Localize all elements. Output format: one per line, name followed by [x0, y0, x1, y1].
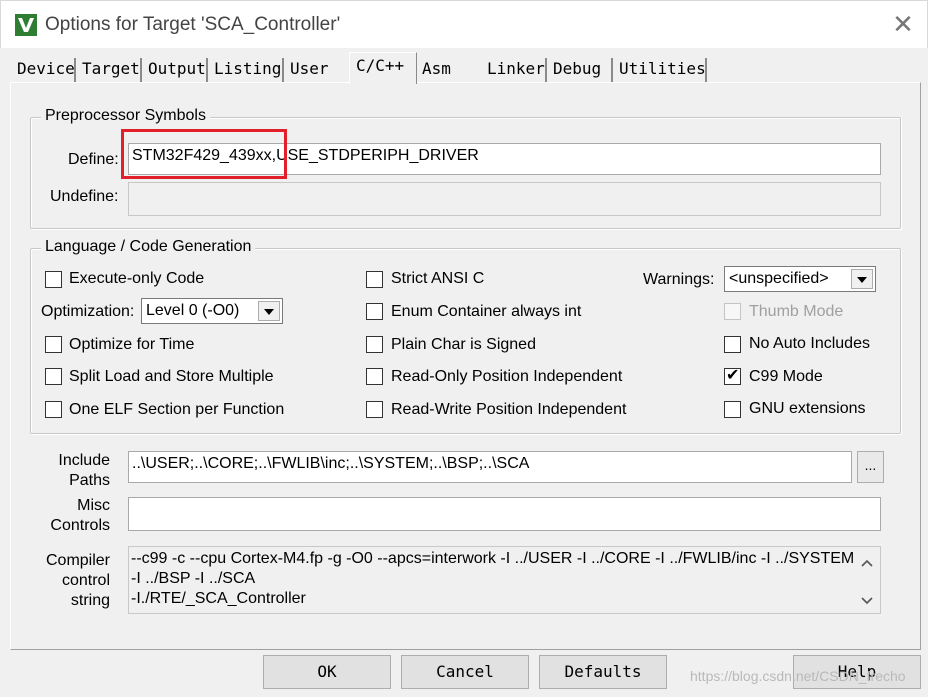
tab-user[interactable]: User [287, 58, 350, 82]
execute-only-checkbox[interactable] [45, 271, 62, 288]
ok-button[interactable]: OK [263, 655, 391, 689]
optimize-time-checkbox[interactable] [45, 336, 62, 353]
enum-container-label: Enum Container always int [391, 303, 582, 320]
warnings-value: <unspecified> [729, 270, 829, 287]
optimization-label: Optimization: [41, 303, 135, 320]
misc-label-line1: Misc [77, 497, 110, 514]
rw-pi-label: Read-Write Position Independent [391, 401, 627, 418]
compiler-label-line1: Compiler [45, 552, 110, 569]
misc-controls-input[interactable] [128, 497, 881, 531]
tab-linker[interactable]: Linker [484, 58, 547, 82]
warnings-label: Warnings: [643, 271, 715, 288]
tab-output[interactable]: Output [145, 58, 208, 82]
define-input[interactable]: STM32F429_439xx,USE_STDPERIPH_DRIVER [128, 143, 881, 175]
include-paths-label: Include Paths [40, 451, 110, 491]
optimize-time-label: Optimize for Time [69, 336, 195, 353]
include-label-line1: Include [58, 452, 110, 469]
compiler-control-string: --c99 -c --cpu Cortex-M4.fp -g -O0 --apc… [128, 546, 881, 614]
one-elf-checkbox[interactable] [45, 401, 62, 418]
compiler-line-2: -I ../BSP -I ../SCA [131, 570, 256, 587]
compiler-line-1: --c99 -c --cpu Cortex-M4.fp -g -O0 --apc… [131, 550, 855, 567]
window-title: Options for Target 'SCA_Controller' [45, 14, 341, 35]
chevron-down-icon [851, 269, 873, 289]
tab-device[interactable]: Device [14, 58, 76, 82]
split-load-checkbox[interactable] [45, 368, 62, 385]
compiler-line-3: -I./RTE/_SCA_Controller [131, 590, 306, 607]
watermark-text: https://blog.csdn.net/CSDN_frecho [690, 668, 906, 684]
rw-pi-checkbox[interactable] [366, 401, 383, 418]
tab-c-cpp[interactable]: C/C++ [349, 52, 417, 84]
thumb-mode-label: Thumb Mode [749, 303, 844, 320]
undefine-label: Undefine: [50, 188, 119, 205]
compiler-control-label: Compiler control string [30, 551, 110, 611]
compiler-scrollbar[interactable] [855, 548, 879, 612]
ro-pi-label: Read-Only Position Independent [391, 368, 623, 385]
codegen-group-title: Language / Code Generation [41, 238, 256, 256]
chevron-down-icon[interactable] [855, 590, 879, 610]
gnu-extensions-checkbox[interactable] [724, 401, 741, 418]
strict-ansi-checkbox[interactable] [366, 271, 383, 288]
tab-strip: Device Target Output Listing User C/C++ … [0, 48, 928, 84]
misc-controls-label: Misc Controls [40, 496, 110, 536]
misc-label-line2: Controls [50, 517, 110, 534]
keil-uvision-icon [15, 14, 37, 36]
optimization-value: Level 0 (-O0) [146, 302, 240, 319]
cancel-button[interactable]: Cancel [401, 655, 529, 689]
no-auto-includes-label: No Auto Includes [749, 335, 870, 352]
define-label: Define: [68, 151, 119, 168]
defaults-button[interactable]: Defaults [539, 655, 667, 689]
one-elf-label: One ELF Section per Function [69, 401, 285, 418]
no-auto-includes-checkbox[interactable] [724, 336, 741, 353]
strict-ansi-label: Strict ANSI C [391, 270, 485, 287]
tab-asm[interactable]: Asm [419, 58, 482, 82]
warnings-select[interactable]: <unspecified> [724, 266, 876, 292]
tab-listing[interactable]: Listing [211, 58, 284, 82]
tab-debug[interactable]: Debug [550, 58, 613, 82]
split-load-label: Split Load and Store Multiple [69, 368, 274, 385]
compiler-label-line3: string [70, 592, 110, 609]
include-browse-button[interactable]: ... [857, 451, 884, 483]
c99-mode-label: C99 Mode [749, 368, 823, 385]
optimization-select[interactable]: Level 0 (-O0) [141, 298, 283, 324]
compiler-label-line2: control [61, 572, 110, 589]
ro-pi-checkbox[interactable] [366, 368, 383, 385]
plain-char-checkbox[interactable] [366, 336, 383, 353]
include-label-line2: Paths [69, 472, 110, 489]
undefine-input[interactable] [128, 182, 881, 216]
include-paths-input[interactable]: ..\USER;..\CORE;..\FWLIB\inc;..\SYSTEM;.… [128, 451, 852, 483]
gnu-extensions-label: GNU extensions [749, 400, 866, 417]
thumb-mode-checkbox[interactable] [724, 303, 741, 320]
plain-char-label: Plain Char is Signed [391, 336, 536, 353]
chevron-down-icon [258, 301, 280, 321]
c99-mode-checkbox[interactable]: ✔ [724, 365, 741, 385]
chevron-up-icon[interactable] [855, 552, 879, 572]
checkmark-icon: ✔ [726, 365, 740, 384]
preprocessor-group-title: Preprocessor Symbols [41, 107, 210, 125]
tab-target[interactable]: Target [79, 58, 142, 82]
execute-only-label: Execute-only Code [69, 270, 205, 287]
close-icon[interactable]: ✕ [883, 11, 923, 41]
enum-container-checkbox[interactable] [366, 303, 383, 320]
title-bar: Options for Target 'SCA_Controller' ✕ [0, 0, 928, 48]
tab-utilities[interactable]: Utilities [616, 58, 707, 82]
